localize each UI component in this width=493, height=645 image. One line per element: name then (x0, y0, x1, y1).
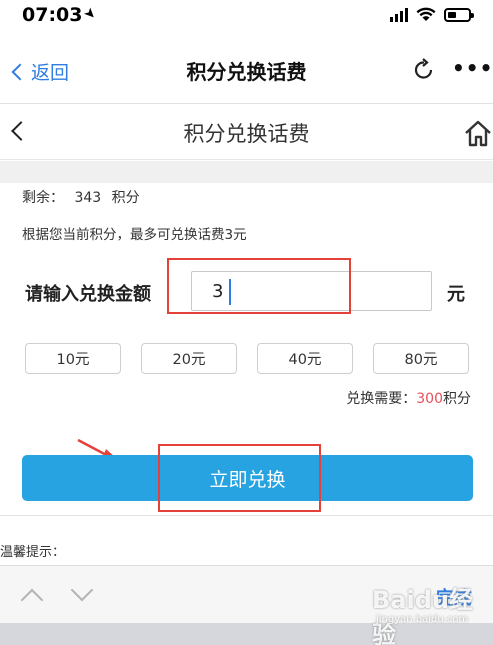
status-icons (390, 7, 474, 22)
balance-label: 剩余： (22, 190, 64, 206)
need-unit: 积分 (443, 391, 471, 407)
status-time: 07:03 (22, 4, 83, 26)
wifi-icon (416, 7, 436, 21)
refresh-icon[interactable] (412, 58, 436, 82)
section-divider (0, 161, 493, 183)
more-menu-button[interactable]: ••• (452, 58, 493, 78)
balance-value: 343 (74, 190, 102, 206)
chevron-up-icon[interactable] (20, 588, 44, 612)
option-40-button[interactable]: 40元 (257, 343, 353, 374)
redeem-now-button[interactable]: 立即兑换 (22, 455, 473, 501)
option-10-button[interactable]: 10元 (25, 343, 121, 374)
points-balance: 剩余： 343 积分 (22, 187, 146, 207)
keyboard-edge (0, 623, 493, 645)
page-header: 积分兑换话费 (0, 104, 493, 160)
keyboard-toolbar: 完成 (0, 565, 493, 623)
chevron-left-icon (11, 63, 29, 80)
chevron-down-icon[interactable] (70, 578, 94, 602)
navigation-bar: 返回 积分兑换话费 ••• (0, 34, 493, 104)
header-title: 积分兑换话费 (183, 122, 310, 146)
battery-icon (444, 7, 474, 22)
balance-unit: 积分 (111, 190, 140, 206)
location-arrow-icon: ➤ (80, 4, 100, 24)
tips-heading: 温馨提示： (0, 545, 66, 560)
chevron-left-icon[interactable] (11, 121, 31, 141)
home-icon[interactable] (463, 118, 493, 148)
max-redeem-hint: 根据您当前积分，最多可兑换话费3元 (22, 227, 247, 243)
amount-input[interactable] (191, 271, 432, 311)
redeem-form: 剩余： 343 积分 根据您当前积分，最多可兑换话费3元 请输入兑换金额 元 1… (0, 183, 493, 515)
status-bar: 07:03 ➤ (0, 0, 493, 34)
amount-options: 10元 20元 40元 80元 (25, 343, 469, 374)
option-20-button[interactable]: 20元 (141, 343, 237, 374)
amount-unit: 元 (447, 284, 465, 305)
back-label: 返回 (31, 62, 70, 84)
tips-section: 温馨提示： (0, 515, 493, 565)
amount-label: 请输入兑换金额 (25, 284, 151, 305)
option-80-button[interactable]: 80元 (373, 343, 469, 374)
back-button[interactable]: 返回 (10, 58, 69, 85)
need-label: 兑换需要： (346, 391, 417, 407)
text-cursor (229, 279, 231, 305)
need-value: 300 (416, 391, 443, 407)
signal-icon (390, 7, 408, 22)
done-button[interactable]: 完成 (436, 584, 472, 610)
points-required: 兑换需要：300积分 (346, 388, 471, 408)
